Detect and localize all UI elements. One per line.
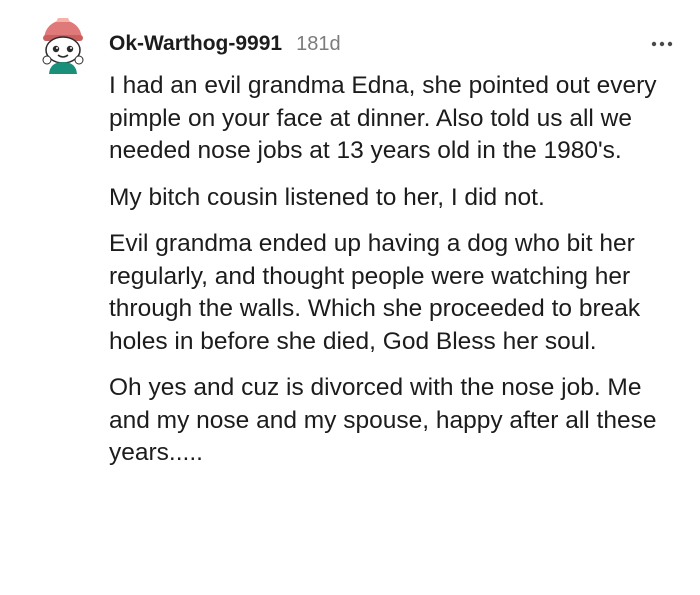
comment-timestamp: 181d [296,32,341,55]
more-options-icon [651,41,673,47]
more-options-button[interactable] [648,30,676,58]
comment-body: I had an evil grandma Edna, she pointed … [109,70,669,484]
comment-paragraph: I had an evil grandma Edna, she pointed … [109,72,657,164]
comment-header: Ok-Warthog-9991 181d [109,30,676,58]
comment-paragraph: My bitch cousin listened to her, I did n… [109,183,545,211]
username-link[interactable]: Ok-Warthog-9991 [109,32,282,56]
snoo-avatar-icon [42,18,84,74]
comment-paragraph: Oh yes and cuz is divorced with the nose… [109,374,657,466]
comment-paragraph: Evil grandma ended up having a dog who b… [109,230,641,355]
comment: Ok-Warthog-9991 181d I had an evil grand… [0,0,700,595]
avatar[interactable] [34,16,92,74]
